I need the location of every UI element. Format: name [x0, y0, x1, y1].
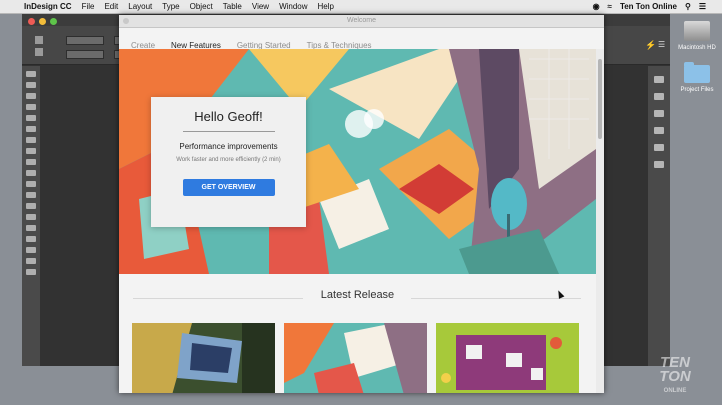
menu-table[interactable]: Table: [223, 0, 242, 13]
app-menu[interactable]: InDesign CC: [24, 0, 72, 13]
welcome-window: Welcome Create New Features Getting Star…: [119, 15, 604, 393]
menu-object[interactable]: Object: [190, 0, 213, 13]
user-name[interactable]: Ten Ton Online: [620, 0, 677, 13]
rectangle-tool-icon[interactable]: [26, 181, 36, 187]
lightning-icon[interactable]: ⚡: [645, 40, 656, 51]
release-thumbnail-3[interactable]: [436, 323, 579, 393]
note-tool-icon[interactable]: [26, 225, 36, 231]
selection-tool-icon[interactable]: [26, 71, 36, 77]
type-tool-icon[interactable]: [26, 126, 36, 132]
menu-edit[interactable]: Edit: [104, 0, 118, 13]
hand-tool-icon[interactable]: [26, 247, 36, 253]
hard-drive-icon[interactable]: [684, 21, 710, 41]
ten-ton-watermark: TEN TON ONLINE: [640, 355, 710, 396]
latest-release-section: Latest Release: [119, 277, 596, 311]
greeting-heading: Hello Geoff!: [194, 109, 263, 124]
reference-point-icon[interactable]: [35, 36, 43, 44]
scrollbar-thumb[interactable]: [598, 59, 602, 139]
free-transform-tool-icon[interactable]: [26, 203, 36, 209]
release-thumbnail-2[interactable]: [284, 323, 427, 393]
pen-tool-icon[interactable]: [26, 148, 36, 154]
menu-layout[interactable]: Layout: [128, 0, 152, 13]
direct-selection-tool-icon[interactable]: [26, 82, 36, 88]
rectangle-frame-tool-icon[interactable]: [26, 170, 36, 176]
status-area: ◉ ≈ Ten Ton Online ⚲ ☰: [593, 0, 706, 13]
watermark-line-3: ONLINE: [663, 388, 687, 394]
x-position-field[interactable]: [66, 36, 104, 45]
tools-panel: [22, 66, 40, 366]
feature-description: Work faster and more efficiently (2 min): [176, 157, 281, 163]
card-divider: [182, 131, 275, 132]
menu-help[interactable]: Help: [318, 0, 334, 13]
menu-window[interactable]: Window: [279, 0, 307, 13]
close-window-button[interactable]: [28, 18, 35, 25]
links-panel-icon[interactable]: [654, 110, 664, 117]
page-tool-icon[interactable]: [26, 93, 36, 99]
welcome-titlebar: Welcome: [119, 15, 604, 28]
welcome-scrollbar[interactable]: [596, 49, 604, 393]
thumbnail-image-3: [436, 323, 579, 393]
y-position-field[interactable]: [66, 50, 104, 59]
mac-menu-bar: InDesign CC File Edit Layout Type Object…: [0, 0, 722, 14]
gap-tool-icon[interactable]: [26, 104, 36, 110]
pages-panel-icon[interactable]: [654, 76, 664, 83]
scissors-tool-icon[interactable]: [26, 192, 36, 198]
zoom-tool-icon[interactable]: [26, 258, 36, 264]
gradient-tool-icon[interactable]: [26, 214, 36, 220]
stroke-panel-icon[interactable]: [654, 127, 664, 134]
panel-menu-icon[interactable]: ☰: [658, 40, 665, 49]
hard-drive-label: Macintosh HD: [678, 45, 716, 51]
folder-label: Project Files: [680, 87, 714, 93]
section-title: Latest Release: [320, 289, 395, 301]
spotlight-icon[interactable]: ⚲: [685, 0, 691, 13]
line-tool-icon[interactable]: [26, 137, 36, 143]
menu-view[interactable]: View: [252, 0, 269, 13]
content-collector-icon[interactable]: [26, 115, 36, 121]
feature-heading: Performance improvements: [179, 142, 278, 151]
pencil-tool-icon[interactable]: [26, 159, 36, 165]
layers-panel-icon[interactable]: [654, 93, 664, 100]
thumbnail-image-1: [132, 323, 275, 393]
feature-card: Hello Geoff! Performance improvements Wo…: [151, 97, 306, 227]
color-panel-icon[interactable]: [654, 144, 664, 151]
folder-icon[interactable]: [684, 62, 710, 83]
minimize-window-button[interactable]: [39, 18, 46, 25]
panel-dock: [648, 66, 670, 366]
notification-icon[interactable]: ☰: [699, 0, 706, 13]
section-divider-right: [411, 298, 581, 299]
hero-illustration: Hello Geoff! Performance improvements Wo…: [119, 49, 596, 274]
creative-cloud-icon[interactable]: ◉: [593, 0, 600, 13]
release-thumbnail-1[interactable]: [132, 323, 275, 393]
thumbnail-image-2: [284, 323, 427, 393]
welcome-close-button[interactable]: [123, 18, 129, 24]
menu-file[interactable]: File: [82, 0, 95, 13]
welcome-title: Welcome: [346, 17, 377, 24]
watermark-line-2: TON: [659, 368, 691, 385]
zoom-window-button[interactable]: [50, 18, 57, 25]
swatches-panel-icon[interactable]: [654, 161, 664, 168]
get-overview-button[interactable]: GET OVERVIEW: [182, 179, 275, 196]
reference-grid-icon[interactable]: [35, 48, 43, 56]
eyedropper-tool-icon[interactable]: [26, 236, 36, 242]
wifi-icon[interactable]: ≈: [608, 0, 612, 13]
menu-type[interactable]: Type: [162, 0, 179, 13]
fill-stroke-icon[interactable]: [26, 269, 36, 275]
